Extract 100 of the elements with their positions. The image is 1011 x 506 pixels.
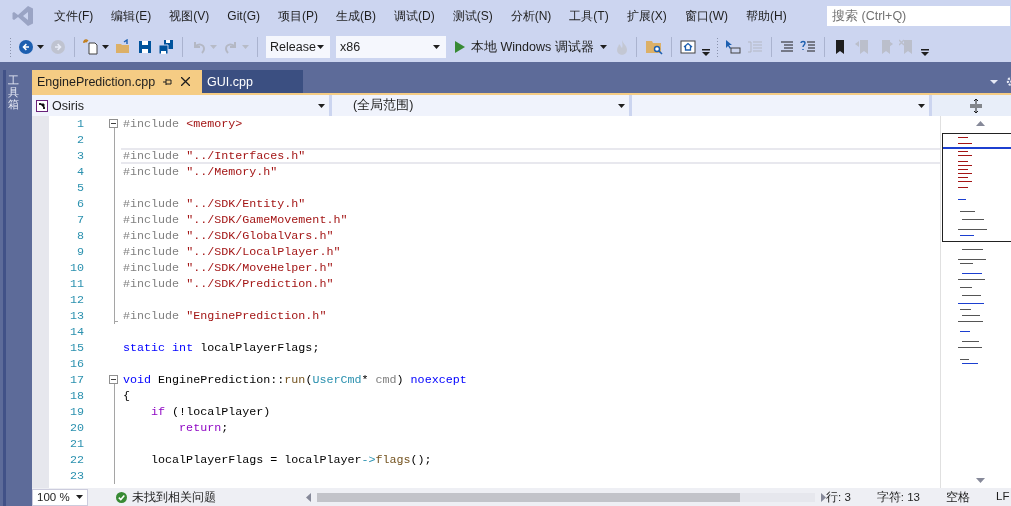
scroll-left-icon[interactable]	[306, 492, 311, 502]
line-number: 16	[68, 356, 84, 372]
menu-item[interactable]: 分析(N)	[501, 7, 561, 25]
start-debugging-button[interactable]: 本地 Windows 调试器	[452, 38, 610, 56]
line-number: 11	[68, 276, 84, 292]
line-number: 15	[68, 340, 84, 356]
code-line: localPlayerFlags = localPlayer->flags();	[150, 452, 432, 468]
line-number: 18	[68, 388, 84, 404]
pin-icon[interactable]	[163, 76, 174, 87]
collapse-toggle[interactable]	[109, 375, 118, 384]
caret-icon[interactable]	[618, 103, 625, 108]
overflow-icon[interactable]	[701, 46, 710, 56]
play-icon	[455, 41, 465, 53]
menu-item[interactable]: Git(G)	[218, 9, 269, 23]
code-line: void EnginePrediction::run(UserCmd* cmd) noexcept	[123, 372, 467, 388]
code-line: #include "EnginePrediction.h"	[123, 308, 327, 324]
visual-studio-logo-icon	[12, 5, 34, 27]
caret-icon[interactable]	[76, 495, 83, 499]
code-line: #include "../Interfaces.h"	[123, 148, 306, 164]
line-number: 22	[68, 452, 84, 468]
line-ending-indicator[interactable]: LF	[996, 489, 1010, 505]
check-icon	[116, 491, 127, 503]
menu-item[interactable]: 调试(D)	[385, 7, 444, 25]
save-icon[interactable]	[138, 40, 152, 54]
line-indicator: 行: 3	[826, 489, 851, 505]
line-number: 4	[76, 164, 84, 180]
scroll-right-icon[interactable]	[821, 492, 826, 502]
line-number: 10	[68, 260, 84, 276]
code-line: #include "../SDK/MoveHelper.h"	[123, 260, 334, 276]
line-number: 14	[68, 324, 84, 340]
search-field[interactable]: 搜索 (Ctrl+Q)	[826, 5, 1011, 27]
scroll-down-icon[interactable]	[975, 478, 985, 483]
menu-item[interactable]: 帮助(H)	[737, 7, 796, 25]
line-number: 21	[68, 436, 84, 452]
line-number: 13	[68, 308, 84, 324]
toolbox-tab[interactable]: 工具箱	[3, 70, 21, 506]
home-icon[interactable]	[679, 39, 696, 55]
document-tab[interactable]: EnginePrediction.cpp	[32, 70, 202, 93]
folder-icon[interactable]	[115, 39, 132, 55]
code-line: #include <memory>	[123, 116, 243, 132]
menu-item[interactable]: 工具(T)	[560, 7, 618, 25]
issues-status[interactable]: 未找到相关问题	[132, 489, 216, 505]
scrollbar-thumb[interactable]	[317, 492, 741, 502]
caret-icon[interactable]	[102, 45, 109, 49]
code-line: #include "../Memory.h"	[123, 164, 278, 180]
line-number: 3	[76, 148, 84, 164]
menu-item[interactable]: 编辑(E)	[102, 7, 161, 25]
code-line: if (!localPlayer)	[150, 404, 271, 420]
zoom-dropdown[interactable]: 100 %	[32, 488, 88, 506]
code-line: return;	[178, 420, 229, 436]
platform-dropdown[interactable]: x86	[336, 36, 446, 58]
save-all-icon[interactable]	[158, 39, 174, 55]
line-number: 17	[68, 372, 84, 388]
line-number: 9	[76, 244, 84, 260]
scroll-up-icon[interactable]	[975, 121, 985, 126]
menu-item[interactable]: 扩展(X)	[617, 7, 676, 25]
uncomment-lines-icon[interactable]	[799, 40, 816, 54]
comment-lines-icon[interactable]	[779, 40, 794, 54]
line-number: 23	[68, 468, 84, 484]
caret-icon[interactable]	[37, 45, 44, 49]
line-number: 6	[76, 196, 84, 212]
back-icon[interactable]	[18, 39, 34, 55]
code-line: #include "../SDK/Prediction.h"	[123, 276, 334, 292]
code-line: #include "../SDK/GlobalVars.h"	[123, 228, 334, 244]
cursor-icon[interactable]	[724, 39, 741, 55]
collapse-toggle[interactable]	[109, 119, 118, 128]
line-number: 7	[76, 212, 84, 228]
menu-item[interactable]: 视图(V)	[160, 7, 219, 25]
line-number: 19	[68, 404, 84, 420]
folder-search-icon[interactable]	[644, 39, 663, 55]
document-tab[interactable]: GUI.cpp	[202, 70, 303, 93]
line-number: 1	[76, 116, 84, 132]
line-number: 20	[68, 420, 84, 436]
menu-item[interactable]: 项目(P)	[269, 7, 327, 25]
menu-item[interactable]: 测试(S)	[443, 7, 502, 25]
overflow-icon[interactable]	[920, 46, 929, 56]
menu-item[interactable]: 窗口(W)	[675, 7, 737, 25]
indent-indicator[interactable]: 空格	[946, 489, 970, 505]
split-window-icon[interactable]	[969, 98, 982, 113]
code-line: #include "../SDK/LocalPlayer.h"	[123, 244, 341, 260]
configuration-dropdown[interactable]: Release	[266, 36, 330, 58]
project-dropdown[interactable]: Osiris	[32, 95, 329, 116]
dropdown-icon[interactable]	[990, 79, 999, 84]
code-line: #include "../SDK/Entity.h"	[123, 196, 306, 212]
line-number: 2	[76, 132, 84, 148]
menu-item[interactable]: 生成(B)	[327, 7, 385, 25]
code-line: #include "../SDK/GameMovement.h"	[123, 212, 348, 228]
code-line: {	[123, 388, 130, 404]
caret-icon[interactable]	[918, 103, 925, 108]
caret-icon[interactable]	[599, 45, 607, 49]
close-icon[interactable]	[181, 77, 191, 86]
project-icon	[36, 99, 48, 112]
line-number: 5	[76, 180, 84, 196]
menu-item[interactable]: 文件(F)	[54, 7, 103, 25]
column-indicator: 字符: 13	[876, 489, 920, 505]
code-line: static int localPlayerFlags;	[123, 340, 320, 356]
caret-icon[interactable]	[433, 45, 440, 49]
scope-dropdown[interactable]: (全局范围)	[332, 95, 629, 116]
caret-icon[interactable]	[318, 103, 325, 108]
caret-icon[interactable]	[317, 45, 324, 49]
